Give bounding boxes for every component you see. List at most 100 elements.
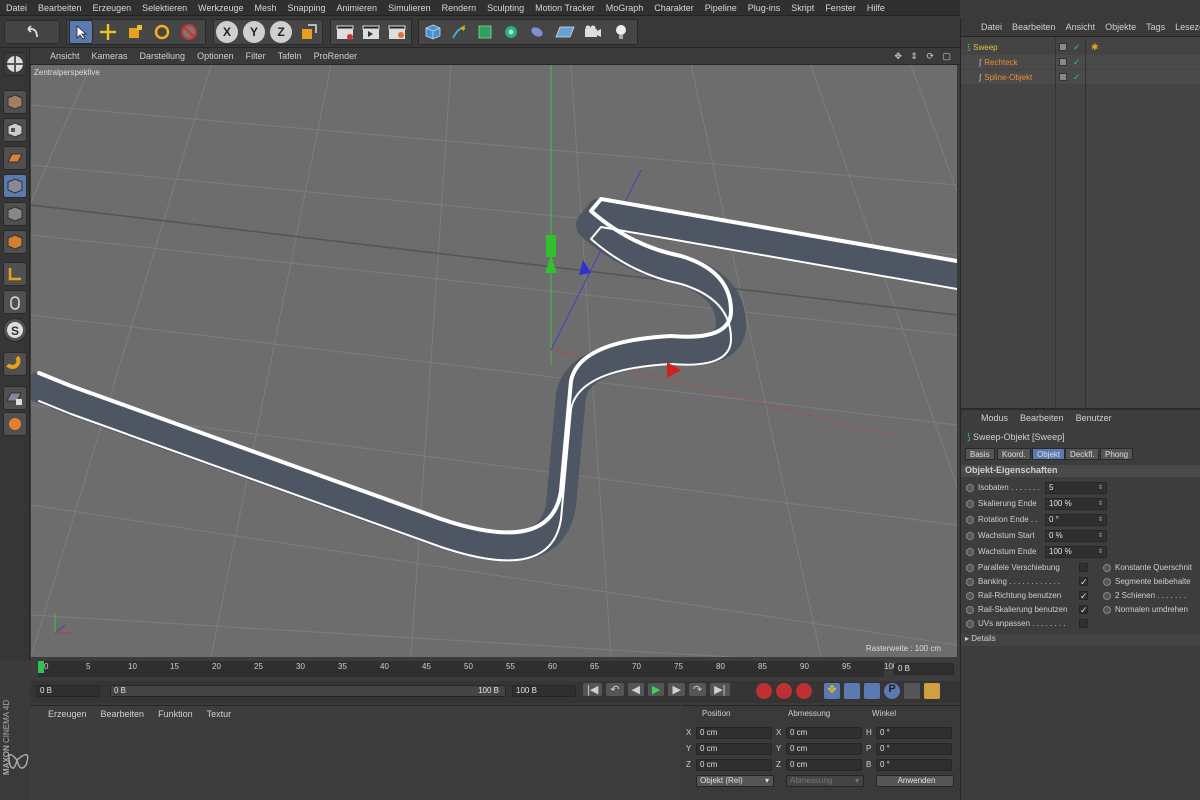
camera-button[interactable] <box>581 20 605 44</box>
animate-radio[interactable] <box>966 592 974 600</box>
attr-menu-modus[interactable]: Modus <box>981 413 1008 423</box>
coord-value-field[interactable]: 0 ° <box>876 727 952 739</box>
animate-radio[interactable] <box>1103 592 1111 600</box>
menu-selektieren[interactable]: Selektieren <box>142 3 187 13</box>
subdivision-button[interactable] <box>473 20 497 44</box>
magnet-button[interactable] <box>3 352 27 376</box>
object-row[interactable]: ⟆ Sweep ✓ ✱ <box>961 40 1200 54</box>
edges-mode-button[interactable] <box>3 202 27 226</box>
attr-menu-bearbeiten[interactable]: Bearbeiten <box>1020 413 1064 423</box>
animate-radio[interactable] <box>1103 564 1111 572</box>
solo-button[interactable] <box>3 412 27 436</box>
make-editable-button[interactable] <box>3 52 27 76</box>
layer-icon[interactable] <box>1059 73 1067 81</box>
pen-button[interactable] <box>447 20 471 44</box>
object-row[interactable]: ∫ Rechteck ✓ <box>961 55 1200 69</box>
keyframe-selection-icon[interactable] <box>796 683 812 699</box>
object-menu-bearbeiten[interactable]: Bearbeiten <box>1012 22 1056 32</box>
z-axis-button[interactable]: Z <box>270 21 292 43</box>
menu-charakter[interactable]: Charakter <box>654 3 694 13</box>
cube-button[interactable] <box>421 20 445 44</box>
record-key-icon[interactable] <box>756 683 772 699</box>
viewport-menu-optionen[interactable]: Optionen <box>197 51 234 61</box>
current-frame-field[interactable]: 0 B <box>894 663 954 675</box>
menu-pipeline[interactable]: Pipeline <box>705 3 737 13</box>
points-mode-button[interactable] <box>3 174 27 198</box>
object-menu-ansicht[interactable]: Ansicht <box>1066 22 1096 32</box>
auto-key-icon[interactable] <box>776 683 792 699</box>
tab-phong[interactable]: Phong <box>1100 448 1134 460</box>
menu-sculpting[interactable]: Sculpting <box>487 3 524 13</box>
play-icon[interactable]: ▶ <box>648 683 665 696</box>
checkbox[interactable] <box>1079 563 1088 572</box>
scale-tool-button[interactable] <box>123 20 147 44</box>
object-name[interactable]: Rechteck <box>984 58 1017 67</box>
menu-mograph[interactable]: MoGraph <box>606 3 644 13</box>
tweak-mode-button[interactable] <box>3 290 27 314</box>
animate-radio[interactable] <box>966 484 974 492</box>
texture-mode-button[interactable] <box>3 118 27 142</box>
viewport-menu-prorender[interactable]: ProRender <box>314 51 358 61</box>
coord-system-button[interactable] <box>297 20 321 44</box>
menu-bearbeiten[interactable]: Bearbeiten <box>38 3 82 13</box>
coord-value-field[interactable]: 0 cm <box>786 759 862 771</box>
checkbox[interactable]: ✓ <box>1079 605 1088 615</box>
material-menu-erzeugen[interactable]: Erzeugen <box>48 709 87 719</box>
snap-button[interactable]: S <box>3 318 27 342</box>
max-frame-field[interactable]: 100 B <box>512 685 576 697</box>
checkbox[interactable] <box>1079 619 1088 628</box>
menu-fenster[interactable]: Fenster <box>825 3 856 13</box>
object-row[interactable]: ∫ Spline-Objekt ✓ <box>961 70 1200 84</box>
key-position-icon[interactable]: ✥ <box>824 683 840 699</box>
menu-motion-tracker[interactable]: Motion Tracker <box>535 3 595 13</box>
menu-simulieren[interactable]: Simulieren <box>388 3 431 13</box>
material-menu-textur[interactable]: Textur <box>207 709 232 719</box>
move-tool-button[interactable] <box>96 20 120 44</box>
object-menu-objekte[interactable]: Objekte <box>1105 22 1136 32</box>
animate-radio[interactable] <box>966 606 974 614</box>
object-menu-datei[interactable]: Datei <box>981 22 1002 32</box>
field-value[interactable]: 100 % ⇕ <box>1045 546 1107 558</box>
menu-snapping[interactable]: Snapping <box>288 3 326 13</box>
viewport-menu-darstellung[interactable]: Darstellung <box>140 51 186 61</box>
select-tool-button[interactable] <box>69 20 93 44</box>
menu-skript[interactable]: Skript <box>791 3 814 13</box>
coord-value-field[interactable]: 0 cm <box>696 743 772 755</box>
range-slider[interactable]: 0 B 100 B <box>110 685 506 697</box>
coord-mode-select[interactable]: Objekt (Rel) ▾ <box>696 775 774 787</box>
deformer-button[interactable] <box>525 20 549 44</box>
animate-radio[interactable] <box>966 532 974 540</box>
animate-radio[interactable] <box>1103 606 1111 614</box>
object-name[interactable]: Spline-Objekt <box>984 73 1032 82</box>
details-section[interactable]: ▸ Details <box>961 634 1200 646</box>
stepper-icon[interactable]: ⇕ <box>1098 531 1103 541</box>
min-frame-field[interactable]: 0 B <box>36 685 100 697</box>
coord-value-field[interactable]: 0 cm <box>786 743 862 755</box>
stepper-icon[interactable]: ⇕ <box>1098 499 1103 509</box>
animate-radio[interactable] <box>1103 578 1111 586</box>
model-mode-button[interactable] <box>3 90 27 114</box>
field-value[interactable]: 5 ⇕ <box>1045 482 1107 494</box>
field-value[interactable]: 100 % ⇕ <box>1045 498 1107 510</box>
menu-werkzeuge[interactable]: Werkzeuge <box>198 3 243 13</box>
key-rotation-icon[interactable] <box>864 683 880 699</box>
cloner-button[interactable] <box>499 20 523 44</box>
workplane-button[interactable] <box>3 146 27 170</box>
polygons-mode-button[interactable] <box>3 230 27 254</box>
light-button[interactable] <box>609 20 633 44</box>
material-menu-bearbeiten[interactable]: Bearbeiten <box>101 709 145 719</box>
menu-animieren[interactable]: Animieren <box>337 3 378 13</box>
attr-menu-benutzer[interactable]: Benutzer <box>1076 413 1112 423</box>
lock-workplane-button[interactable] <box>3 386 27 410</box>
animate-radio[interactable] <box>966 564 974 572</box>
object-menu-lesezeichen[interactable]: Leseze <box>1175 22 1200 32</box>
tab-basis[interactable]: Basis <box>965 448 995 460</box>
menu-mesh[interactable]: Mesh <box>254 3 276 13</box>
enabled-check-icon[interactable]: ✓ <box>1073 72 1081 83</box>
key-param-icon[interactable]: P <box>884 683 900 699</box>
object-menu-tags[interactable]: Tags <box>1146 22 1165 32</box>
x-axis-button[interactable]: X <box>216 21 238 43</box>
animate-radio[interactable] <box>966 500 974 508</box>
goto-start-icon[interactable]: |◀ <box>583 683 603 696</box>
apply-button[interactable]: Anwenden <box>876 775 954 787</box>
